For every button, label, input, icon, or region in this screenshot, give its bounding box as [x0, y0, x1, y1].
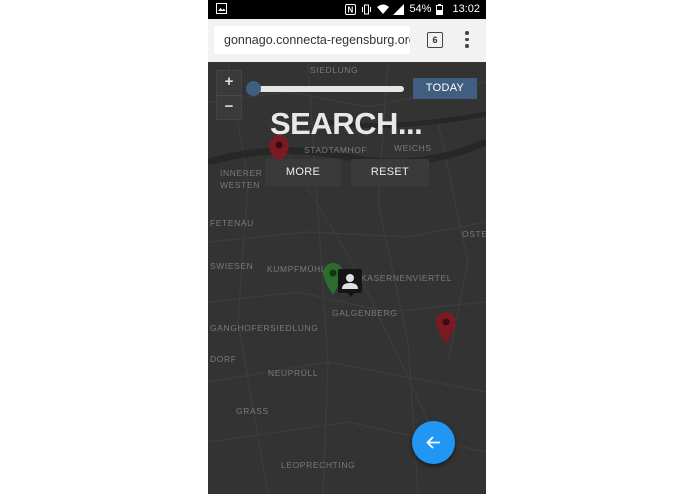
image-notification-icon	[216, 3, 227, 17]
zoom-in-button[interactable]: +	[217, 71, 241, 95]
map-view[interactable]: SIEDLUNG STADTAMHOF WEICHS INNERER WESTE…	[208, 62, 486, 494]
map-label: GRASS	[236, 406, 269, 416]
today-button[interactable]: TODAY	[413, 78, 477, 99]
browser-toolbar: gonnago.connecta-regensburg.org 6	[208, 19, 486, 62]
nfc-icon: N	[345, 3, 357, 15]
map-label: KASERNENVIERTEL	[361, 273, 453, 283]
battery-icon	[436, 3, 447, 15]
map-label: SIEDLUNG	[310, 65, 359, 75]
map-label: SWIESEN	[210, 261, 254, 271]
vibrate-icon	[361, 4, 372, 15]
date-slider-handle[interactable]	[246, 81, 261, 96]
arrow-left-icon	[426, 436, 440, 449]
map-label: GALGENBERG	[332, 308, 398, 318]
back-fab-button[interactable]	[412, 421, 455, 464]
map-label: STADTAMHOF	[304, 145, 368, 155]
clock: 13:02	[452, 3, 480, 15]
zoom-control: + −	[216, 70, 242, 120]
map-label: KUMPFMÜHL	[267, 264, 327, 274]
person-marker-icon[interactable]	[338, 269, 362, 293]
search-title[interactable]: SEARCH...	[270, 106, 423, 142]
map-label: INNERER	[220, 168, 263, 178]
map-label: WEICHS	[394, 143, 432, 153]
svg-text:N: N	[348, 5, 354, 14]
battery-percent: 54%	[409, 3, 432, 15]
more-button[interactable]: MORE	[265, 159, 341, 186]
tab-switcher-button[interactable]: 6	[427, 32, 443, 48]
map-label: FETENAU	[210, 218, 254, 228]
reset-button[interactable]: RESET	[351, 159, 429, 186]
zoom-out-button[interactable]: −	[217, 95, 241, 120]
map-label: NEUPRÜLL	[268, 368, 319, 378]
signal-icon	[393, 3, 405, 15]
map-label: OSTE	[462, 229, 486, 239]
map-label: GANGHOFERSIEDLUNG	[210, 323, 319, 333]
map-label: WESTEN	[220, 180, 260, 190]
wifi-icon	[377, 4, 390, 15]
status-bar: N 54% 13:02	[208, 0, 486, 19]
url-bar[interactable]: gonnago.connecta-regensburg.org	[214, 26, 410, 54]
date-slider-track[interactable]	[252, 86, 404, 92]
phone-screen: N 54% 13:02 gonnago.connecta-regensburg.…	[208, 0, 486, 494]
overflow-menu-icon[interactable]	[464, 31, 470, 51]
map-label: DORF	[210, 354, 237, 364]
person-marker-tail	[347, 292, 355, 297]
map-marker-icon[interactable]	[436, 312, 456, 344]
map-label: LEOPRECHTING	[281, 460, 356, 470]
